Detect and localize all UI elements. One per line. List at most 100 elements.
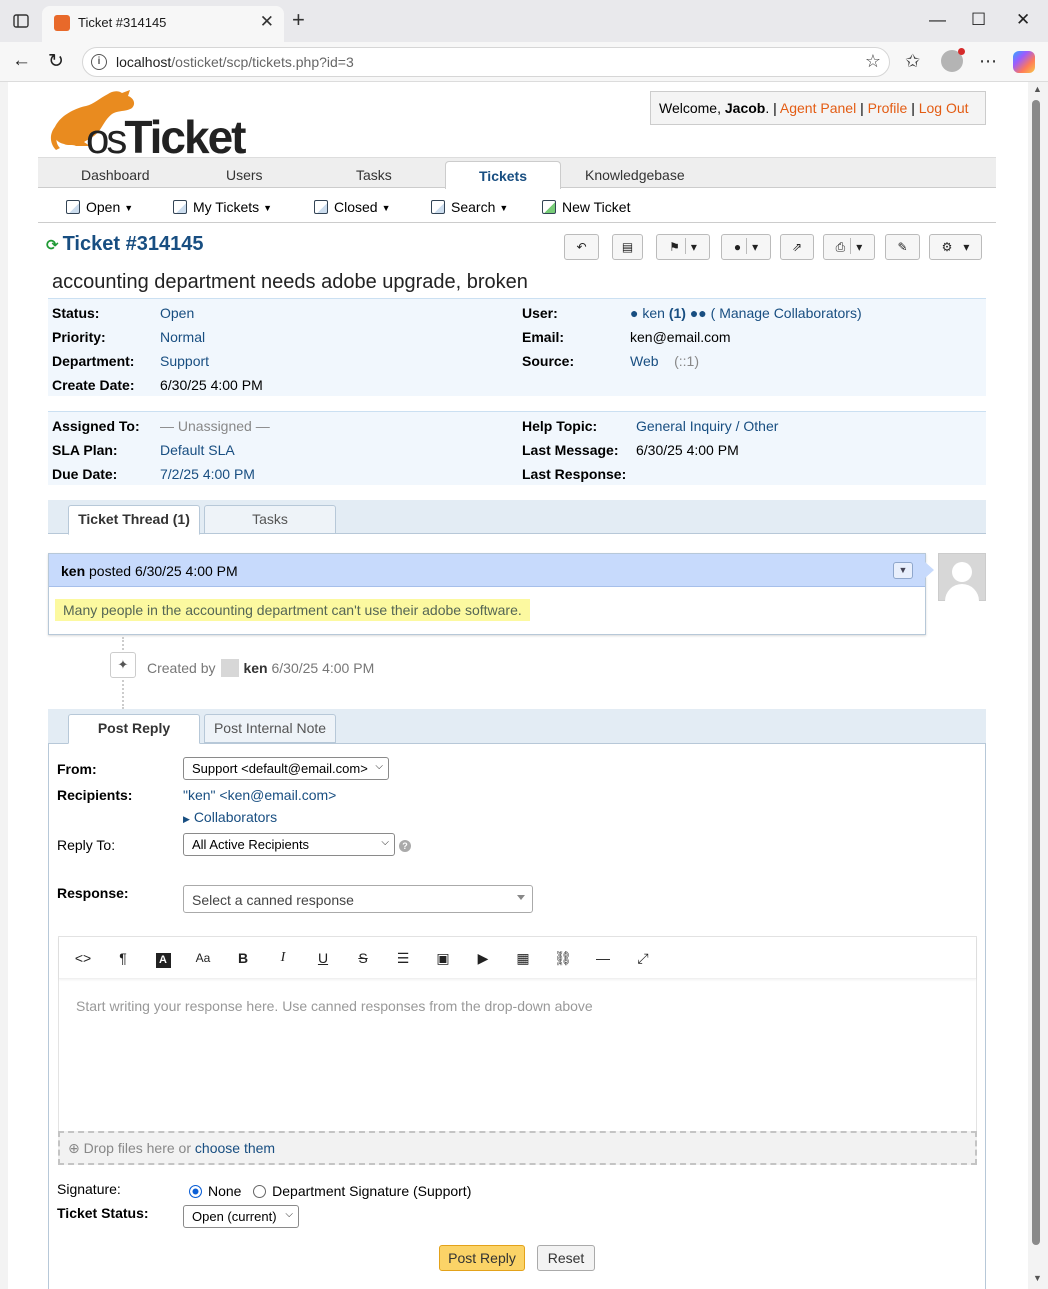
collaborators-toggle[interactable]: Collaborators (194, 809, 277, 825)
caret-down-icon: ▼ (381, 203, 391, 213)
choose-files-link[interactable]: choose them (195, 1140, 275, 1156)
edit-button[interactable]: ✎ (885, 234, 920, 260)
reset-button[interactable]: Reset (537, 1245, 595, 1271)
scroll-down-icon[interactable]: ▼ (1033, 1273, 1042, 1283)
tab-actions-icon[interactable] (12, 12, 30, 30)
favorite-star-icon[interactable]: ☆ (865, 51, 881, 72)
nav-tickets[interactable]: Tickets (445, 161, 561, 190)
logout-link[interactable]: Log Out (919, 100, 969, 116)
manage-collaborators-link[interactable]: ( Manage Collaborators) (711, 305, 862, 321)
profile-avatar-icon[interactable] (941, 48, 965, 72)
maximize-icon[interactable]: ☐ (971, 10, 986, 30)
ticket-number-heading[interactable]: ⟳ Ticket #314145 (46, 233, 203, 256)
subnav-new-ticket[interactable]: New Ticket (542, 199, 630, 215)
subnav-my-tickets[interactable]: My Tickets ▼ (173, 199, 272, 215)
refresh-icon[interactable]: ⟳ (46, 237, 59, 254)
tab-post-reply[interactable]: Post Reply (68, 714, 200, 744)
agent-panel-link[interactable]: Agent Panel (780, 100, 856, 116)
source-value[interactable]: Web (630, 353, 659, 369)
horizontal-rule-icon[interactable]: — (593, 949, 613, 967)
reply-editor[interactable]: <> ¶ A Aa B I U S ☰ ▣ ▶ ▦ ⛓ — ⤢ Start wr… (58, 936, 977, 1164)
page-scrollbar[interactable]: ▲ ▼ (1028, 82, 1048, 1289)
reply-to-label: Reply To: (57, 837, 116, 853)
thread-options-icon[interactable]: ▼ (893, 562, 913, 579)
help-topic-value[interactable]: General Inquiry / Other (636, 418, 778, 434)
print-pdf-button[interactable]: ▤ (612, 234, 643, 260)
more-options-icon[interactable]: ⋯ (979, 51, 997, 72)
from-select[interactable]: Support <default@email.com> ⌵ (183, 757, 389, 780)
subnav-search[interactable]: Search ▼ (431, 199, 508, 215)
scroll-thumb[interactable] (1032, 100, 1040, 1245)
recipients-value[interactable]: "ken" <ken@email.com> (183, 787, 336, 803)
canned-response-select[interactable]: Select a canned response (183, 885, 533, 913)
copilot-icon[interactable] (1013, 51, 1035, 73)
nav-knowledgebase[interactable]: Knowledgebase (585, 167, 685, 183)
page: osTicket Welcome, Jacob. | Agent Panel |… (8, 82, 1028, 1289)
user-link[interactable]: ken (642, 305, 665, 321)
caret-down-icon: ▾ (963, 240, 970, 254)
editor-placeholder: Start writing your response here. Use ca… (76, 998, 593, 1014)
paragraph-icon[interactable]: ¶ (113, 949, 133, 967)
site-info-icon[interactable]: i (91, 54, 107, 70)
favorites-icon[interactable]: ✩ (905, 51, 920, 72)
list-icon[interactable]: ☰ (393, 949, 413, 967)
tab-post-internal-note[interactable]: Post Internal Note (204, 714, 336, 743)
help-icon[interactable]: ? (399, 840, 411, 852)
minimize-icon[interactable]: — (929, 10, 946, 30)
reply-button[interactable]: ↶ (564, 234, 599, 260)
help-topic-label: Help Topic: (522, 418, 598, 434)
signature-department-radio[interactable] (253, 1185, 267, 1198)
profile-link[interactable]: Profile (868, 100, 908, 116)
close-window-icon[interactable]: ✕ (1016, 10, 1030, 30)
print-menu-button[interactable]: ⎙ ▾ (823, 234, 875, 260)
last-message-label: Last Message: (522, 442, 619, 458)
back-icon[interactable]: ← (12, 50, 31, 72)
more-settings-button[interactable]: ⚙ ▾ (929, 234, 982, 260)
url-input[interactable]: i localhost/osticket/scp/tickets.php?id=… (82, 47, 890, 77)
link-icon[interactable]: ⛓ (553, 949, 573, 967)
image-icon[interactable]: ▣ (433, 949, 453, 967)
transfer-button[interactable]: ⇗ (780, 234, 814, 260)
department-value[interactable]: Support (160, 353, 209, 369)
code-view-icon[interactable]: <> (73, 949, 93, 967)
post-reply-button[interactable]: Post Reply (439, 1245, 525, 1271)
welcome-prefix: Welcome, (659, 100, 725, 116)
italic-icon[interactable]: I (273, 949, 293, 967)
browser-tab[interactable]: Ticket #314145 ✕ (42, 6, 284, 42)
assign-menu-button[interactable]: ● ▾ (721, 234, 771, 260)
scroll-up-icon[interactable]: ▲ (1033, 84, 1042, 94)
reload-icon[interactable]: ↻ (48, 50, 64, 73)
strikethrough-icon[interactable]: S (353, 949, 373, 967)
font-size-icon[interactable]: Aa (193, 949, 213, 967)
nav-dashboard[interactable]: Dashboard (81, 167, 150, 183)
source-ip: (::1) (674, 353, 699, 369)
priority-value[interactable]: Normal (160, 329, 205, 345)
file-dropzone[interactable]: ⊕ Drop files here or choose them (58, 1131, 977, 1165)
tab-ticket-thread[interactable]: Ticket Thread (1) (68, 505, 200, 535)
status-value[interactable]: Open (160, 305, 194, 321)
new-tab-icon[interactable]: + (292, 9, 305, 31)
bold-icon[interactable]: B (233, 949, 253, 967)
signature-none-radio[interactable] (189, 1185, 202, 1198)
user-ticket-count[interactable]: (1) (669, 305, 686, 321)
font-color-icon[interactable]: A (153, 949, 173, 968)
table-icon[interactable]: ▦ (513, 949, 533, 967)
flag-menu-button[interactable]: ⚑ ▾ (656, 234, 710, 260)
assigned-value[interactable]: — Unassigned — (160, 418, 270, 434)
close-tab-icon[interactable]: ✕ (260, 12, 274, 32)
underline-icon[interactable]: U (313, 949, 333, 967)
sla-value[interactable]: Default SLA (160, 442, 235, 458)
subnav-closed[interactable]: Closed ▼ (314, 199, 391, 215)
reply-to-select[interactable]: All Active Recipients ⌵ (183, 833, 395, 856)
video-icon[interactable]: ▶ (473, 949, 493, 967)
subnav-open[interactable]: Open ▼ (66, 199, 133, 215)
osticket-logo[interactable]: osTicket (46, 84, 246, 163)
ticket-status-select[interactable]: Open (current) ⌵ (183, 1205, 299, 1228)
tab-tasks[interactable]: Tasks (204, 505, 336, 534)
caret-down-icon: ▾ (752, 240, 759, 254)
due-date-value[interactable]: 7/2/25 4:00 PM (160, 466, 255, 482)
last-message-value: 6/30/25 4:00 PM (636, 442, 739, 458)
nav-tasks[interactable]: Tasks (356, 167, 392, 183)
fullscreen-icon[interactable]: ⤢ (633, 949, 653, 967)
nav-users[interactable]: Users (226, 167, 263, 183)
